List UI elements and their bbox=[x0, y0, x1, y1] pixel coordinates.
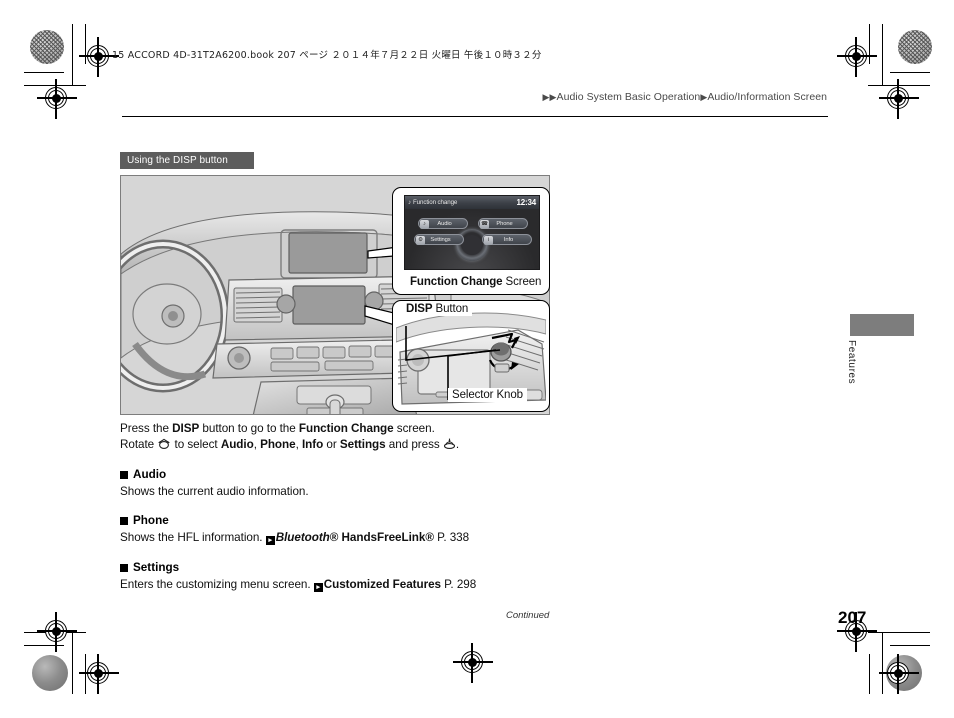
registration-mark-bottom-center bbox=[453, 643, 493, 683]
breadcrumb-arrow-icon: ▶ bbox=[542, 92, 550, 102]
subsection-heading-audio: Audio bbox=[120, 468, 166, 481]
intro-l2-phone: Phone bbox=[260, 437, 296, 451]
continued-note: Continued bbox=[506, 610, 550, 621]
bullet-square-icon bbox=[120, 516, 128, 525]
registration-mark-f bbox=[79, 654, 119, 694]
nav-screen-body: ♪ Audio ☎ Phone ⚙ Settings i Info bbox=[405, 209, 539, 269]
rotate-knob-icon bbox=[158, 438, 171, 449]
phone-icon: ☎ bbox=[480, 220, 489, 229]
intro-l1-disp: DISP bbox=[172, 422, 200, 435]
manual-page: 15 ACCORD 4D-31T2A6200.book 207 ページ ２０１４… bbox=[0, 0, 954, 718]
nav-screen-mock: ♪ Function change 12:34 ♪ Audio ☎ Phone … bbox=[404, 195, 540, 270]
caption-selector-knob: Selector Knob bbox=[448, 388, 527, 402]
intro-l1-e: screen. bbox=[393, 422, 435, 435]
section-tag: Using the DISP button bbox=[120, 152, 254, 169]
registration-mark-c bbox=[837, 37, 877, 77]
intro-l2-settings: Settings bbox=[339, 437, 386, 451]
subsection-heading-phone: Phone bbox=[120, 514, 169, 527]
caption-fcs-bold: Function Change bbox=[410, 276, 503, 288]
ref-handsfreelink: HandsFreeLink bbox=[338, 531, 426, 544]
caption-disp-rest: Button bbox=[432, 303, 469, 315]
intro-l1-a: Press the bbox=[120, 422, 173, 435]
nav-button-info[interactable]: i Info bbox=[482, 234, 532, 245]
intro-l2-info: Info bbox=[301, 437, 324, 451]
side-tab-marker bbox=[850, 314, 914, 336]
gear-icon: ⚙ bbox=[416, 236, 425, 245]
bullet-square-icon bbox=[120, 470, 128, 479]
press-knob-icon bbox=[443, 438, 455, 449]
ref-sup-2: ® bbox=[425, 531, 434, 544]
breadcrumb-arrow-icon-2: ▶ bbox=[549, 92, 557, 102]
intro-l1-c: button to go to the bbox=[199, 422, 299, 435]
subsection-text-phone: Shows the HFL information. ▸ Bluetooth ® H… bbox=[120, 530, 469, 546]
breadcrumb-item-2[interactable]: Audio/Information Screen bbox=[707, 91, 827, 103]
info-icon: i bbox=[484, 236, 493, 245]
cross-reference-bluetooth[interactable]: ▸ Bluetooth® HandsFreeLink® bbox=[265, 531, 434, 545]
nav-screen-titlebar: ♪ Function change 12:34 bbox=[405, 196, 539, 209]
nav-button-info-label: Info bbox=[503, 236, 514, 243]
intro-l2-h: or bbox=[323, 437, 340, 451]
intro-paragraph: Press the DISP button to go to the Funct… bbox=[120, 421, 459, 452]
registration-ball-top-right bbox=[898, 30, 932, 64]
caption-function-change-screen: Function Change Screen bbox=[406, 275, 546, 289]
nav-button-settings[interactable]: ⚙ Settings bbox=[414, 234, 464, 245]
print-job-line: 15 ACCORD 4D-31T2A6200.book 207 ページ ２０１４… bbox=[112, 50, 542, 61]
registration-ball-bottom-left bbox=[32, 655, 68, 691]
intro-l1-fc: Function Change bbox=[298, 422, 394, 435]
intro-l2-k: . bbox=[455, 437, 460, 451]
intro-l2-audio: Audio bbox=[220, 437, 254, 451]
nav-screen-clock: 12:34 bbox=[516, 198, 537, 207]
registration-mark-b bbox=[37, 79, 77, 119]
header-divider bbox=[122, 116, 828, 118]
breadcrumb-item-1[interactable]: Audio System Basic Operation bbox=[557, 91, 701, 103]
intro-line-1: Press the DISP button to go to the Funct… bbox=[120, 421, 459, 437]
registration-mark-a bbox=[79, 37, 119, 77]
side-tab-label: Features bbox=[846, 340, 857, 385]
bullet-square-icon bbox=[120, 563, 128, 572]
nav-button-audio[interactable]: ♪ Audio bbox=[418, 218, 468, 229]
settings-text: Enters the customizing menu screen. bbox=[120, 578, 314, 591]
registration-mark-h bbox=[879, 654, 919, 694]
registration-mark-d bbox=[879, 79, 919, 119]
reference-page-settings: P. 298 bbox=[440, 578, 477, 591]
intro-l2-j: and press bbox=[385, 437, 443, 451]
nav-button-phone-label: Phone bbox=[496, 220, 513, 227]
registration-mark-e bbox=[37, 612, 77, 652]
caption-disp-button: DISP Button bbox=[402, 302, 473, 316]
subsection-text-audio: Shows the current audio information. bbox=[120, 485, 309, 498]
reference-page-phone: P. 338 bbox=[433, 531, 470, 544]
subsection-heading-settings-label: Settings bbox=[133, 561, 180, 574]
subsection-heading-settings: Settings bbox=[120, 561, 179, 574]
cross-reference-customized-features[interactable]: ▸ Customized Features bbox=[313, 578, 441, 592]
phone-text: Shows the HFL information. bbox=[120, 531, 266, 544]
intro-l2-a: Rotate bbox=[120, 437, 158, 451]
reference-arrow-icon: ▸ bbox=[313, 583, 323, 592]
music-note-icon: ♪ bbox=[408, 199, 411, 206]
subsection-heading-audio-label: Audio bbox=[133, 468, 167, 481]
nav-button-phone[interactable]: ☎ Phone bbox=[478, 218, 528, 229]
subsection-text-settings: Enters the customizing menu screen. ▸ Cus… bbox=[120, 577, 476, 593]
subsection-heading-phone-label: Phone bbox=[133, 514, 169, 527]
nav-screen-title-group: ♪ Function change bbox=[408, 199, 457, 206]
ref-bluetooth: Bluetooth bbox=[275, 531, 330, 544]
registration-ball-top-left bbox=[30, 30, 64, 64]
reference-arrow-icon: ▸ bbox=[265, 536, 275, 545]
breadcrumb: ▶▶Audio System Basic Operation▶Audio/Inf… bbox=[543, 91, 827, 103]
nav-screen-title: Function change bbox=[413, 199, 458, 206]
music-note-icon: ♪ bbox=[420, 220, 429, 229]
nav-button-settings-label: Settings bbox=[430, 236, 451, 243]
caption-fcs-rest: Screen bbox=[502, 276, 542, 288]
caption-disp-bold: DISP bbox=[406, 303, 433, 315]
nav-button-audio-label: Audio bbox=[437, 220, 452, 227]
ref-customized-features: Customized Features bbox=[323, 578, 441, 591]
intro-l2-b: to select bbox=[171, 437, 221, 451]
intro-line-2: Rotate to select Audio, Phone, Info or S… bbox=[120, 437, 459, 453]
